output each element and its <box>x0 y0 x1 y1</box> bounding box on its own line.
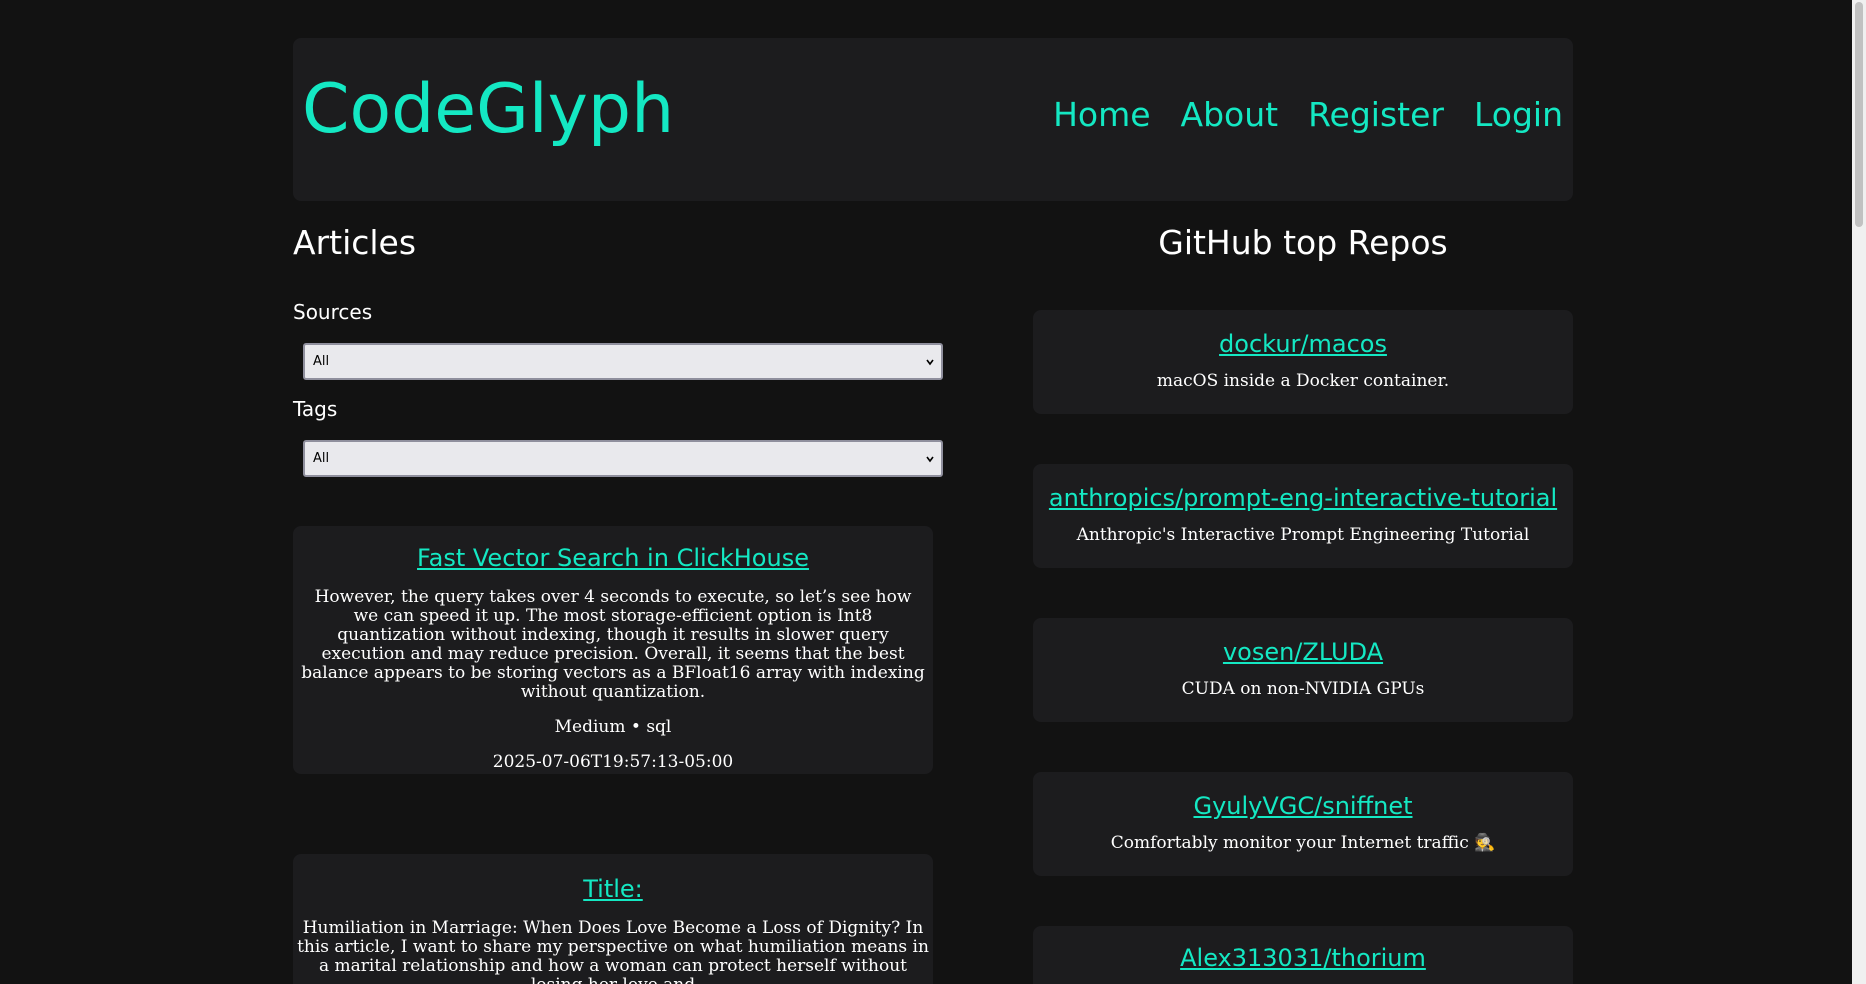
repos-heading: GitHub top Repos <box>1158 223 1448 262</box>
sources-label: Sources <box>293 300 373 324</box>
tags-select-value: All <box>313 451 330 466</box>
repo-card: Alex313031/thorium <box>1033 926 1573 984</box>
tags-label: Tags <box>293 397 338 421</box>
scrollbar-thumb[interactable] <box>1855 2 1863 227</box>
articles-heading: Articles <box>293 223 417 262</box>
article-title-link[interactable]: Fast Vector Search in ClickHouse <box>293 544 933 573</box>
main-nav: Home About Register Login <box>1053 98 1563 131</box>
tags-select[interactable]: All <box>303 440 943 477</box>
chevron-down-icon <box>926 359 934 366</box>
page-scrollbar[interactable] <box>1852 0 1866 984</box>
chevron-down-icon <box>926 456 934 463</box>
nav-register-link[interactable]: Register <box>1308 98 1444 131</box>
repo-card: GyulyVGC/sniffnet Comfortably monitor yo… <box>1033 772 1573 876</box>
repo-title-link[interactable]: Alex313031/thorium <box>1033 944 1573 973</box>
article-summary: Humiliation in Marriage: When Does Love … <box>297 917 929 984</box>
sources-select-value: All <box>313 354 330 369</box>
article-card: Title: Humiliation in Marriage: When Doe… <box>293 854 933 984</box>
repo-title-link[interactable]: dockur/macos <box>1033 330 1573 359</box>
article-date: 2025-07-06T19:57:13-05:00 <box>492 751 734 772</box>
repo-title-link[interactable]: anthropics/prompt-eng-interactive-tutori… <box>1033 484 1573 513</box>
repo-title-link[interactable]: GyulyVGC/sniffnet <box>1033 792 1573 821</box>
repo-description: CUDA on non-NVIDIA GPUs <box>1181 678 1425 699</box>
repo-title-link[interactable]: vosen/ZLUDA <box>1033 638 1573 667</box>
nav-about-link[interactable]: About <box>1181 98 1279 131</box>
brand-logo[interactable]: CodeGlyph <box>302 76 674 144</box>
site-header: CodeGlyph Home About Register Login <box>293 38 1573 201</box>
article-meta: Medium • sql <box>554 716 672 737</box>
repo-card: vosen/ZLUDA CUDA on non-NVIDIA GPUs <box>1033 618 1573 722</box>
repo-description: macOS inside a Docker container. <box>1156 370 1450 391</box>
repo-card: anthropics/prompt-eng-interactive-tutori… <box>1033 464 1573 568</box>
article-summary: However, the query takes over 4 seconds … <box>301 586 925 702</box>
repo-description: Comfortably monitor your Internet traffi… <box>1110 832 1496 853</box>
nav-home-link[interactable]: Home <box>1053 98 1150 131</box>
repo-description: Anthropic's Interactive Prompt Engineeri… <box>1076 524 1530 545</box>
article-title-link[interactable]: Title: <box>293 875 933 904</box>
nav-login-link[interactable]: Login <box>1474 98 1563 131</box>
repo-card: dockur/macos macOS inside a Docker conta… <box>1033 310 1573 414</box>
article-card: Fast Vector Search in ClickHouse However… <box>293 526 933 774</box>
sources-select[interactable]: All <box>303 343 943 380</box>
